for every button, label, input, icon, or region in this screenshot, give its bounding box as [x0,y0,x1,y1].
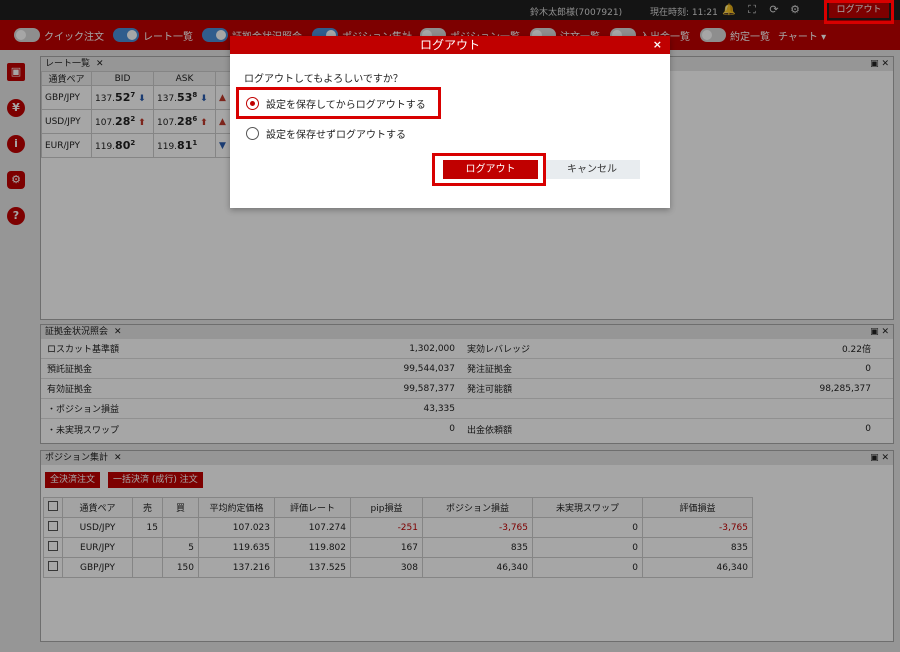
option-no-save[interactable]: 設定を保存せずログアウトする [246,126,406,141]
close-icon[interactable]: × [653,36,662,54]
dialog-question: ログアウトしてもよろしいですか？ [244,74,403,85]
cancel-button[interactable]: キャンセル [544,160,640,179]
option-label: 設定を保存せずログアウトする [266,130,406,141]
option-highlight [236,87,441,119]
radio-button[interactable] [246,127,259,140]
dialog-header: ログアウト × [230,36,670,54]
confirm-highlight [432,153,546,186]
dialog-title: ログアウト [419,38,480,52]
logout-button-highlight [824,0,894,24]
